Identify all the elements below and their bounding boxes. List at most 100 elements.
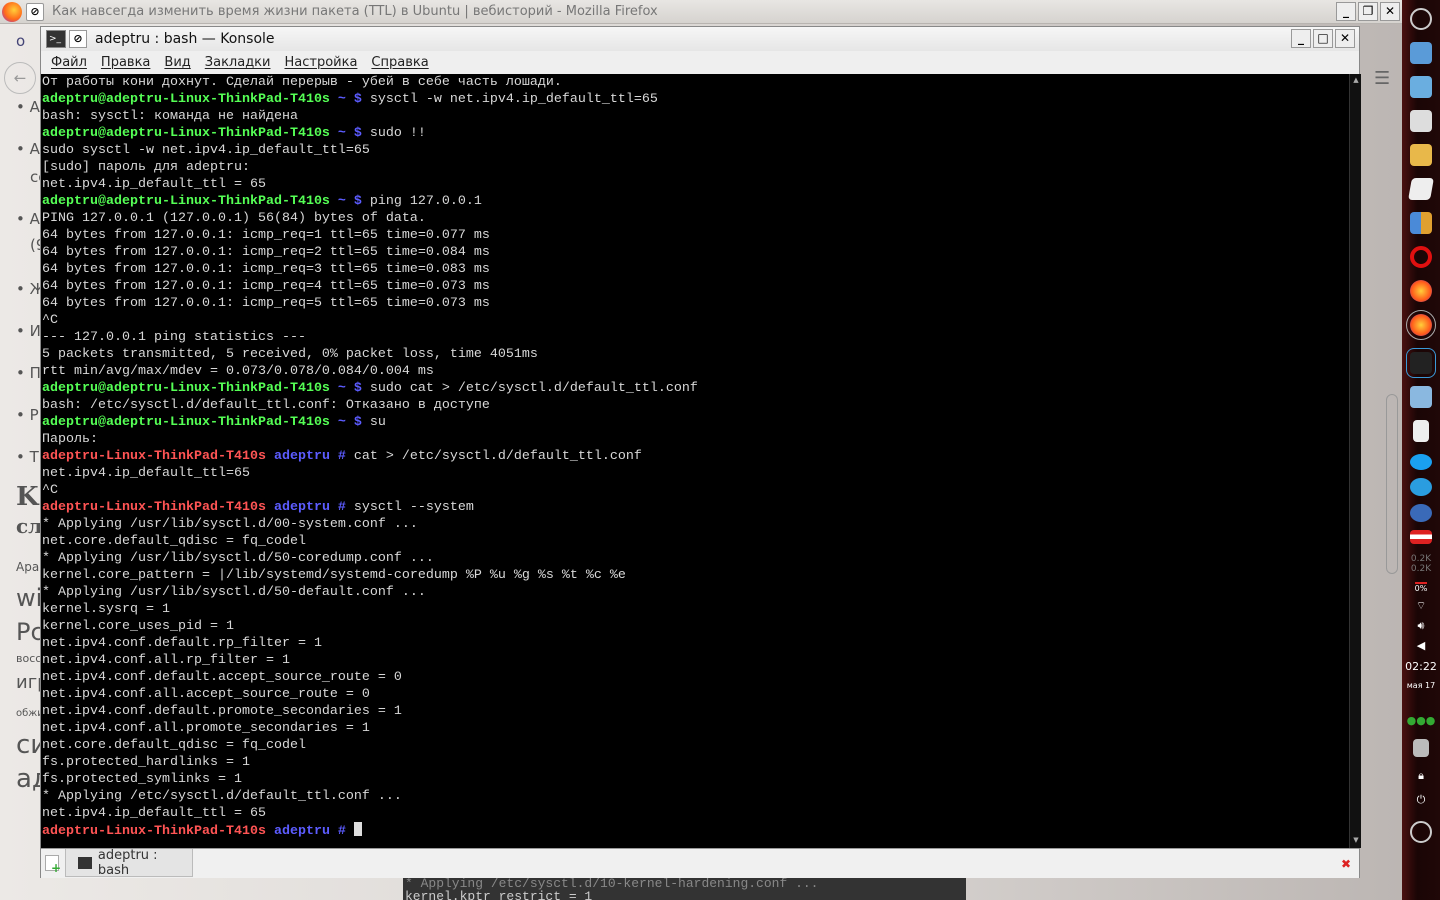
background-page-text: o ← • A • A сс • A (9 • Ж • И • П • P • … xyxy=(0,24,50,900)
colors-icon[interactable]: ●●● xyxy=(1407,714,1436,727)
output-text: kernel.core_pattern = |/lib/systemd/syst… xyxy=(42,568,626,583)
calculator-icon[interactable] xyxy=(1410,110,1432,132)
net-speed: 0.2K 0.2K xyxy=(1410,554,1432,574)
skype-icon[interactable] xyxy=(1410,454,1432,470)
file-manager-icon[interactable] xyxy=(1410,76,1432,98)
output-text: net.ipv4.ip_default_ttl=65 xyxy=(42,466,250,481)
terminal-line: kernel.core_uses_pid = 1 xyxy=(42,618,1349,635)
clock-time[interactable]: 02:22 xyxy=(1405,660,1437,673)
menu-help[interactable]: Справка xyxy=(371,55,428,70)
prompt-text: adeptru@adeptru-Linux-ThinkPad-T410s xyxy=(42,92,330,107)
output-text: sysctl -w net.ipv4.ip_default_ttl=65 xyxy=(361,92,658,107)
close-tab-button[interactable]: ✖ xyxy=(1341,857,1351,871)
close-button[interactable]: ✕ xyxy=(1380,2,1400,21)
tab-adeptru-bash[interactable]: adeptru : bash xyxy=(65,848,193,878)
terminal-line: 64 bytes from 127.0.0.1: icmp_req=5 ttl=… xyxy=(42,295,1349,312)
tab-bar: adeptru : bash ✖ xyxy=(41,848,1359,878)
volume-icon[interactable]: 🔊︎ xyxy=(1418,619,1425,633)
terminal-line: net.ipv4.conf.all.rp_filter = 1 xyxy=(42,652,1349,669)
keyboard-layout-icon[interactable] xyxy=(1410,530,1432,544)
lock-icon[interactable]: 🔒︎ xyxy=(1418,769,1424,783)
media-back-icon[interactable]: ◀ xyxy=(1417,639,1425,652)
output-text: sysctl --system xyxy=(345,500,474,515)
output-text: net.ipv4.conf.all.rp_filter = 1 xyxy=(42,653,290,668)
text-editor-icon[interactable] xyxy=(1408,178,1434,200)
thunderbird-icon[interactable] xyxy=(1410,504,1432,522)
trash-icon[interactable] xyxy=(1413,739,1429,757)
menu-launcher-icon[interactable] xyxy=(1410,8,1432,30)
maximize-button[interactable]: ❐ xyxy=(1358,2,1378,21)
terminal-line: sudo sysctl -w net.ipv4.ip_default_ttl=6… xyxy=(42,142,1349,159)
new-tab-button[interactable] xyxy=(45,855,61,875)
minimize-button[interactable]: _ xyxy=(1291,29,1311,48)
output-text: net.ipv4.ip_default_ttl = 65 xyxy=(42,177,266,192)
archive-icon[interactable] xyxy=(1410,144,1432,166)
wifi-icon[interactable]: ⌔ xyxy=(1416,599,1426,613)
menu-edit[interactable]: Правка xyxy=(101,55,150,70)
power-icon[interactable]: ⏻ xyxy=(1417,793,1426,807)
terminal-line: 64 bytes from 127.0.0.1: icmp_req=2 ttl=… xyxy=(42,244,1349,261)
close-button[interactable]: ✕ xyxy=(1335,29,1355,48)
back-button[interactable]: ← xyxy=(4,62,36,94)
home-folder-icon[interactable] xyxy=(1410,42,1432,64)
output-text: * Applying /usr/lib/sysctl.d/50-default.… xyxy=(42,585,426,600)
files-icon[interactable] xyxy=(1410,386,1432,408)
clock-date[interactable]: мая 17 xyxy=(1407,681,1435,690)
terminal-line: * Applying /usr/lib/sysctl.d/00-system.c… xyxy=(42,516,1349,533)
office-icon[interactable] xyxy=(1410,212,1432,234)
firefox-icon[interactable] xyxy=(1410,280,1432,302)
menu-view[interactable]: Вид xyxy=(164,55,190,70)
output-text: net.ipv4.conf.all.accept_source_route = … xyxy=(42,687,370,702)
terminal-line: * Applying /usr/lib/sysctl.d/50-default.… xyxy=(42,584,1349,601)
terminal-line: net.ipv4.ip_default_ttl = 65 xyxy=(42,805,1349,822)
output-text: net.core.default_qdisc = fq_codel xyxy=(42,738,306,753)
prompt-text: ~ $ xyxy=(329,415,362,430)
terminal-icon xyxy=(78,856,92,869)
terminal-line: 64 bytes from 127.0.0.1: icmp_req=4 ttl=… xyxy=(42,278,1349,295)
clipboard-icon[interactable] xyxy=(1413,420,1429,442)
terminal-line: 64 bytes from 127.0.0.1: icmp_req=1 ttl=… xyxy=(42,227,1349,244)
window-menu-icon[interactable]: ⊘ xyxy=(26,2,44,21)
prompt-text: adeptru-Linux-ThinkPad-T410s xyxy=(42,824,266,839)
menu-settings[interactable]: Настройка xyxy=(284,55,357,70)
terminal-line: adeptru-Linux-ThinkPad-T410s adeptru # c… xyxy=(42,448,1349,465)
terminal-line: bash: /etc/sysctl.d/default_ttl.conf: От… xyxy=(42,397,1349,414)
telegram-icon[interactable] xyxy=(1410,478,1432,496)
prompt-text: adeptru # xyxy=(265,449,346,464)
opera-icon[interactable] xyxy=(1410,246,1432,268)
output-text: kernel.sysrq = 1 xyxy=(42,602,170,617)
output-text: 64 bytes from 127.0.0.1: icmp_req=1 ttl=… xyxy=(42,228,490,243)
terminal-line: adeptru@adeptru-Linux-ThinkPad-T410s ~ $… xyxy=(42,193,1349,210)
prompt-text: adeptru@adeptru-Linux-ThinkPad-T410s xyxy=(42,381,330,396)
terminal-line: От работы кони дохнут. Сделай перерыв - … xyxy=(42,74,1349,91)
output-text: 64 bytes from 127.0.0.1: icmp_req=4 ttl=… xyxy=(42,279,490,294)
text-cursor xyxy=(353,822,362,836)
output-text: net.ipv4.conf.all.promote_secondaries = … xyxy=(42,721,370,736)
output-text: От работы кони дохнут. Сделай перерыв - … xyxy=(42,75,562,90)
output-text: 64 bytes from 127.0.0.1: icmp_req=2 ttl=… xyxy=(42,245,490,260)
minimize-button[interactable]: _ xyxy=(1336,2,1356,21)
terminal-scrollbar[interactable]: ▲ ▼ xyxy=(1349,74,1361,848)
konsole-running-icon[interactable] xyxy=(1406,348,1436,378)
terminal-line: Пароль: xyxy=(42,431,1349,448)
prompt-text: ~ $ xyxy=(329,381,362,396)
terminal-line: net.core.default_qdisc = fq_codel xyxy=(42,737,1349,754)
terminal-line: net.ipv4.conf.default.accept_source_rout… xyxy=(42,669,1349,686)
battery-indicator[interactable]: 0% xyxy=(1414,582,1428,593)
firefox-running-icon[interactable] xyxy=(1406,310,1436,340)
menu-launcher-icon[interactable] xyxy=(1410,821,1432,843)
terminal-line: 64 bytes from 127.0.0.1: icmp_req=3 ttl=… xyxy=(42,261,1349,278)
menu-file[interactable]: Файл xyxy=(51,55,87,70)
terminal-line: --- 127.0.0.1 ping statistics --- xyxy=(42,329,1349,346)
menu-icon[interactable]: ☰ xyxy=(1374,68,1390,89)
window-menu-icon[interactable]: ⊘ xyxy=(69,30,87,48)
maximize-button[interactable]: □ xyxy=(1313,29,1333,48)
page-scrollbar[interactable] xyxy=(1386,394,1398,574)
output-text: net.core.default_qdisc = fq_codel xyxy=(42,534,306,549)
menubar: Файл Правка Вид Закладки Настройка Справ… xyxy=(41,51,1359,73)
menu-bookmarks[interactable]: Закладки xyxy=(205,55,271,70)
terminal-line: * Applying /usr/lib/sysctl.d/50-coredump… xyxy=(42,550,1349,567)
terminal-output[interactable]: От работы кони дохнут. Сделай перерыв - … xyxy=(41,74,1349,848)
output-text: ^C xyxy=(42,313,58,328)
konsole-window: >_ ⊘ adeptru : bash — Konsole _ □ ✕ Файл… xyxy=(40,26,1361,878)
